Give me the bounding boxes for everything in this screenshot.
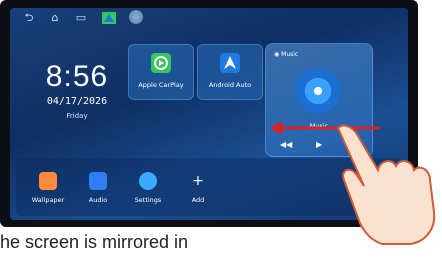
dock-item-add[interactable]: + Add: [178, 172, 218, 212]
tile-label: Apple CarPlay: [138, 81, 184, 89]
prev-icon[interactable]: ◀◀: [280, 140, 292, 149]
clock-day: Friday: [66, 112, 88, 120]
music-header-label: Music: [281, 51, 299, 58]
back-icon[interactable]: ⮌: [22, 12, 36, 24]
play-icon[interactable]: ▶: [316, 140, 322, 149]
clock-time: 8:56: [45, 60, 109, 93]
music-header: ◉ Music: [274, 51, 299, 58]
dock-item-settings[interactable]: Settings: [128, 172, 168, 212]
dock-item-audio[interactable]: Audio: [78, 172, 118, 212]
maps-icon[interactable]: [102, 12, 116, 24]
tile-android-auto[interactable]: Android Auto: [197, 44, 263, 100]
top-bar: ⮌ ⌂ ▭: [10, 8, 408, 28]
assistant-icon[interactable]: [129, 10, 143, 24]
android-auto-icon: [220, 53, 240, 73]
dock-item-wallpaper[interactable]: Wallpaper: [28, 172, 68, 212]
dock-label: Add: [191, 196, 205, 204]
music-disc-icon: [295, 68, 341, 114]
clock-date: 04/17/2026: [46, 96, 108, 107]
tile-apple-carplay[interactable]: Apple CarPlay: [128, 44, 194, 100]
home-icon[interactable]: ⌂: [48, 12, 62, 24]
dock-label: Wallpaper: [31, 196, 65, 204]
wallpaper-icon: [39, 172, 57, 190]
screen-icon[interactable]: ▭: [74, 12, 88, 24]
dock-label: Settings: [134, 196, 162, 204]
hand-pointer-icon: [336, 124, 436, 245]
carplay-icon: [151, 53, 171, 73]
tile-label: Android Auto: [208, 81, 252, 89]
add-icon: +: [192, 173, 204, 189]
caption-text: he screen is mirrored in: [0, 232, 189, 252]
settings-icon: [139, 172, 157, 190]
page-indicator: [190, 214, 230, 218]
audio-icon: [89, 172, 107, 190]
dock-label: Audio: [88, 196, 108, 204]
